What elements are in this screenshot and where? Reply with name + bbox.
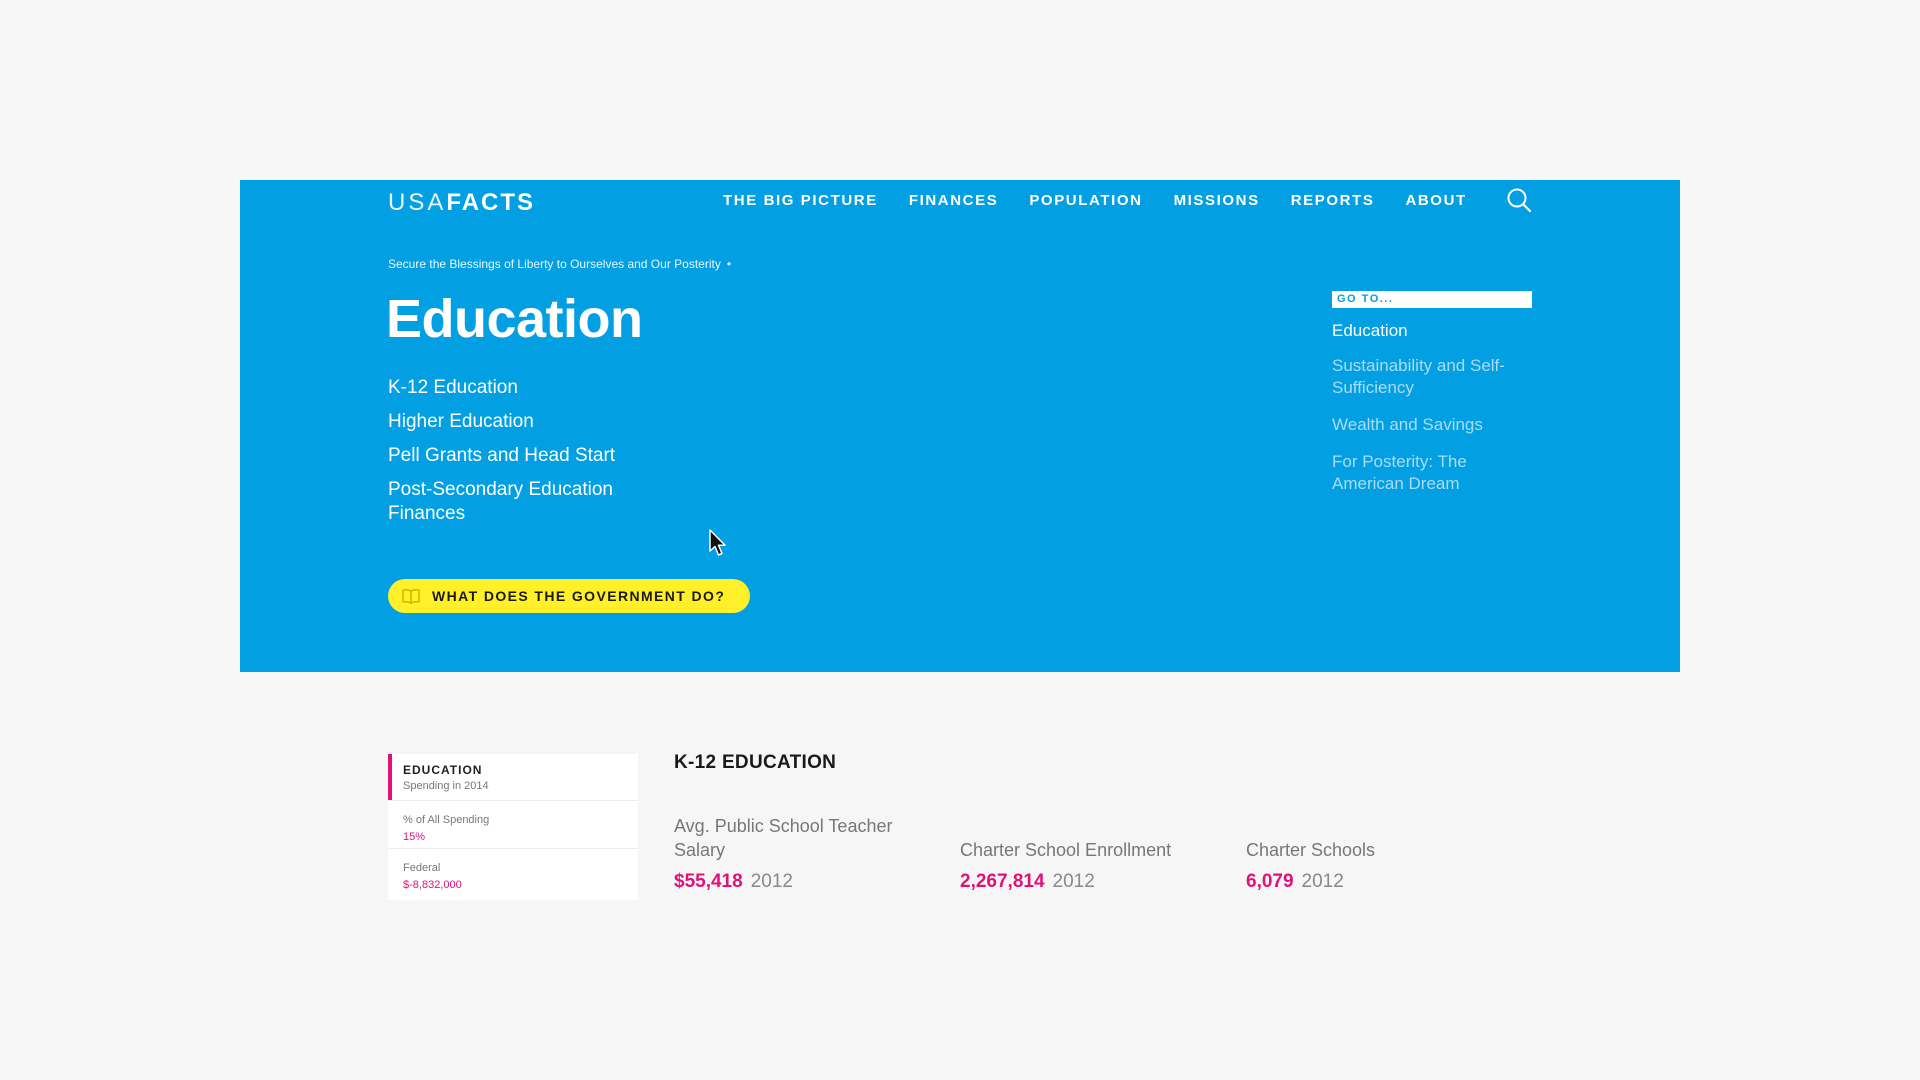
summary-pct-row: % of All Spending 15%: [388, 801, 638, 849]
mouse-cursor-icon: [709, 529, 726, 556]
pct-spending-label: % of All Spending: [403, 814, 490, 826]
stat-value-line: 2,267,814 2012: [960, 869, 1095, 896]
stat-value-line: 6,079 2012: [1246, 869, 1344, 896]
stat-value: $55,418: [674, 871, 743, 892]
breadcrumb-link[interactable]: Secure the Blessings of Liberty to Ourse…: [388, 257, 721, 271]
goto-item-education[interactable]: Education: [1332, 320, 1532, 342]
stat-value: 2,267,814: [960, 871, 1045, 892]
goto-item-for-posterity[interactable]: For Posterity: The American Dream: [1332, 451, 1532, 495]
summary-federal-row: Federal $-8,832,000: [388, 849, 638, 899]
nav-reports[interactable]: REPORTS: [1291, 192, 1375, 210]
stat-label: Charter Schools: [1246, 840, 1376, 860]
stat-label: Charter School Enrollment: [960, 840, 1172, 860]
breadcrumb: Secure the Blessings of Liberty to Ourse…: [388, 257, 731, 271]
search-button[interactable]: [1505, 186, 1533, 214]
goto-dropdown[interactable]: GO TO...: [1332, 291, 1532, 308]
breadcrumb-separator: •: [726, 257, 732, 271]
hero-banner: USAFACTS THE BIG PICTURE FINANCES POPULA…: [240, 180, 1680, 672]
stat-teacher-salary: Avg. Public School Teacher Salary $55,41…: [674, 812, 924, 896]
stat-value: 6,079: [1246, 871, 1294, 892]
cta-label: WHAT DOES THE GOVERNMENT DO?: [432, 588, 726, 604]
section-title: K-12 EDUCATION: [674, 752, 837, 773]
subnav-item-post-secondary-finances[interactable]: Post-Secondary Education Finances: [388, 478, 648, 526]
usafacts-logo[interactable]: USAFACTS: [388, 189, 535, 217]
goto-item-wealth-and-savings[interactable]: Wealth and Savings: [1332, 414, 1532, 436]
goto-list: Education Sustainability and Self-Suffic…: [1332, 320, 1532, 495]
stat-charter-enrollment: Charter School Enrollment 2,267,814 2012: [960, 812, 1210, 896]
pct-spending-value: 15%: [403, 831, 426, 843]
search-icon: [1507, 188, 1532, 213]
nav-about[interactable]: ABOUT: [1405, 192, 1466, 210]
logo-usa: USA: [388, 189, 447, 216]
what-does-government-do-button[interactable]: WHAT DOES THE GOVERNMENT DO?: [388, 579, 750, 613]
nav-the-big-picture[interactable]: THE BIG PICTURE: [723, 192, 878, 210]
book-icon: [402, 589, 420, 604]
subnav-item-higher-education[interactable]: Higher Education: [388, 410, 688, 434]
summary-header: EDUCATION Spending in 2014: [388, 754, 638, 801]
stat-value-line: $55,418 2012: [674, 869, 793, 896]
federal-value: $-8,832,000: [403, 879, 462, 891]
goto-item-sustainability[interactable]: Sustainability and Self-Sufficiency: [1332, 355, 1532, 399]
logo-facts: FACTS: [446, 189, 536, 216]
federal-label: Federal: [403, 862, 441, 874]
page-title: Education: [386, 289, 643, 349]
nav-population[interactable]: POPULATION: [1029, 192, 1142, 210]
main-nav: THE BIG PICTURE FINANCES POPULATION MISS…: [723, 192, 1467, 210]
goto-panel: GO TO... Education Sustainability and Se…: [1332, 291, 1532, 510]
summary-title: EDUCATION: [403, 763, 483, 777]
subnav-item-k12-education[interactable]: K-12 Education: [388, 376, 688, 400]
spending-summary-card: EDUCATION Spending in 2014 % of All Spen…: [388, 754, 638, 900]
stat-label: Avg. Public School Teacher Salary: [674, 816, 893, 860]
stat-year: 2012: [750, 871, 793, 892]
stat-charter-schools: Charter Schools 6,079 2012: [1246, 812, 1496, 896]
nav-missions[interactable]: MISSIONS: [1174, 192, 1260, 210]
summary-subtitle: Spending in 2014: [403, 780, 489, 792]
stat-year: 2012: [1052, 871, 1095, 892]
stat-year: 2012: [1301, 871, 1344, 892]
topic-subnav: K-12 Education Higher Education Pell Gra…: [388, 376, 688, 536]
subnav-item-pell-grants[interactable]: Pell Grants and Head Start: [388, 444, 688, 468]
nav-finances[interactable]: FINANCES: [909, 192, 998, 210]
